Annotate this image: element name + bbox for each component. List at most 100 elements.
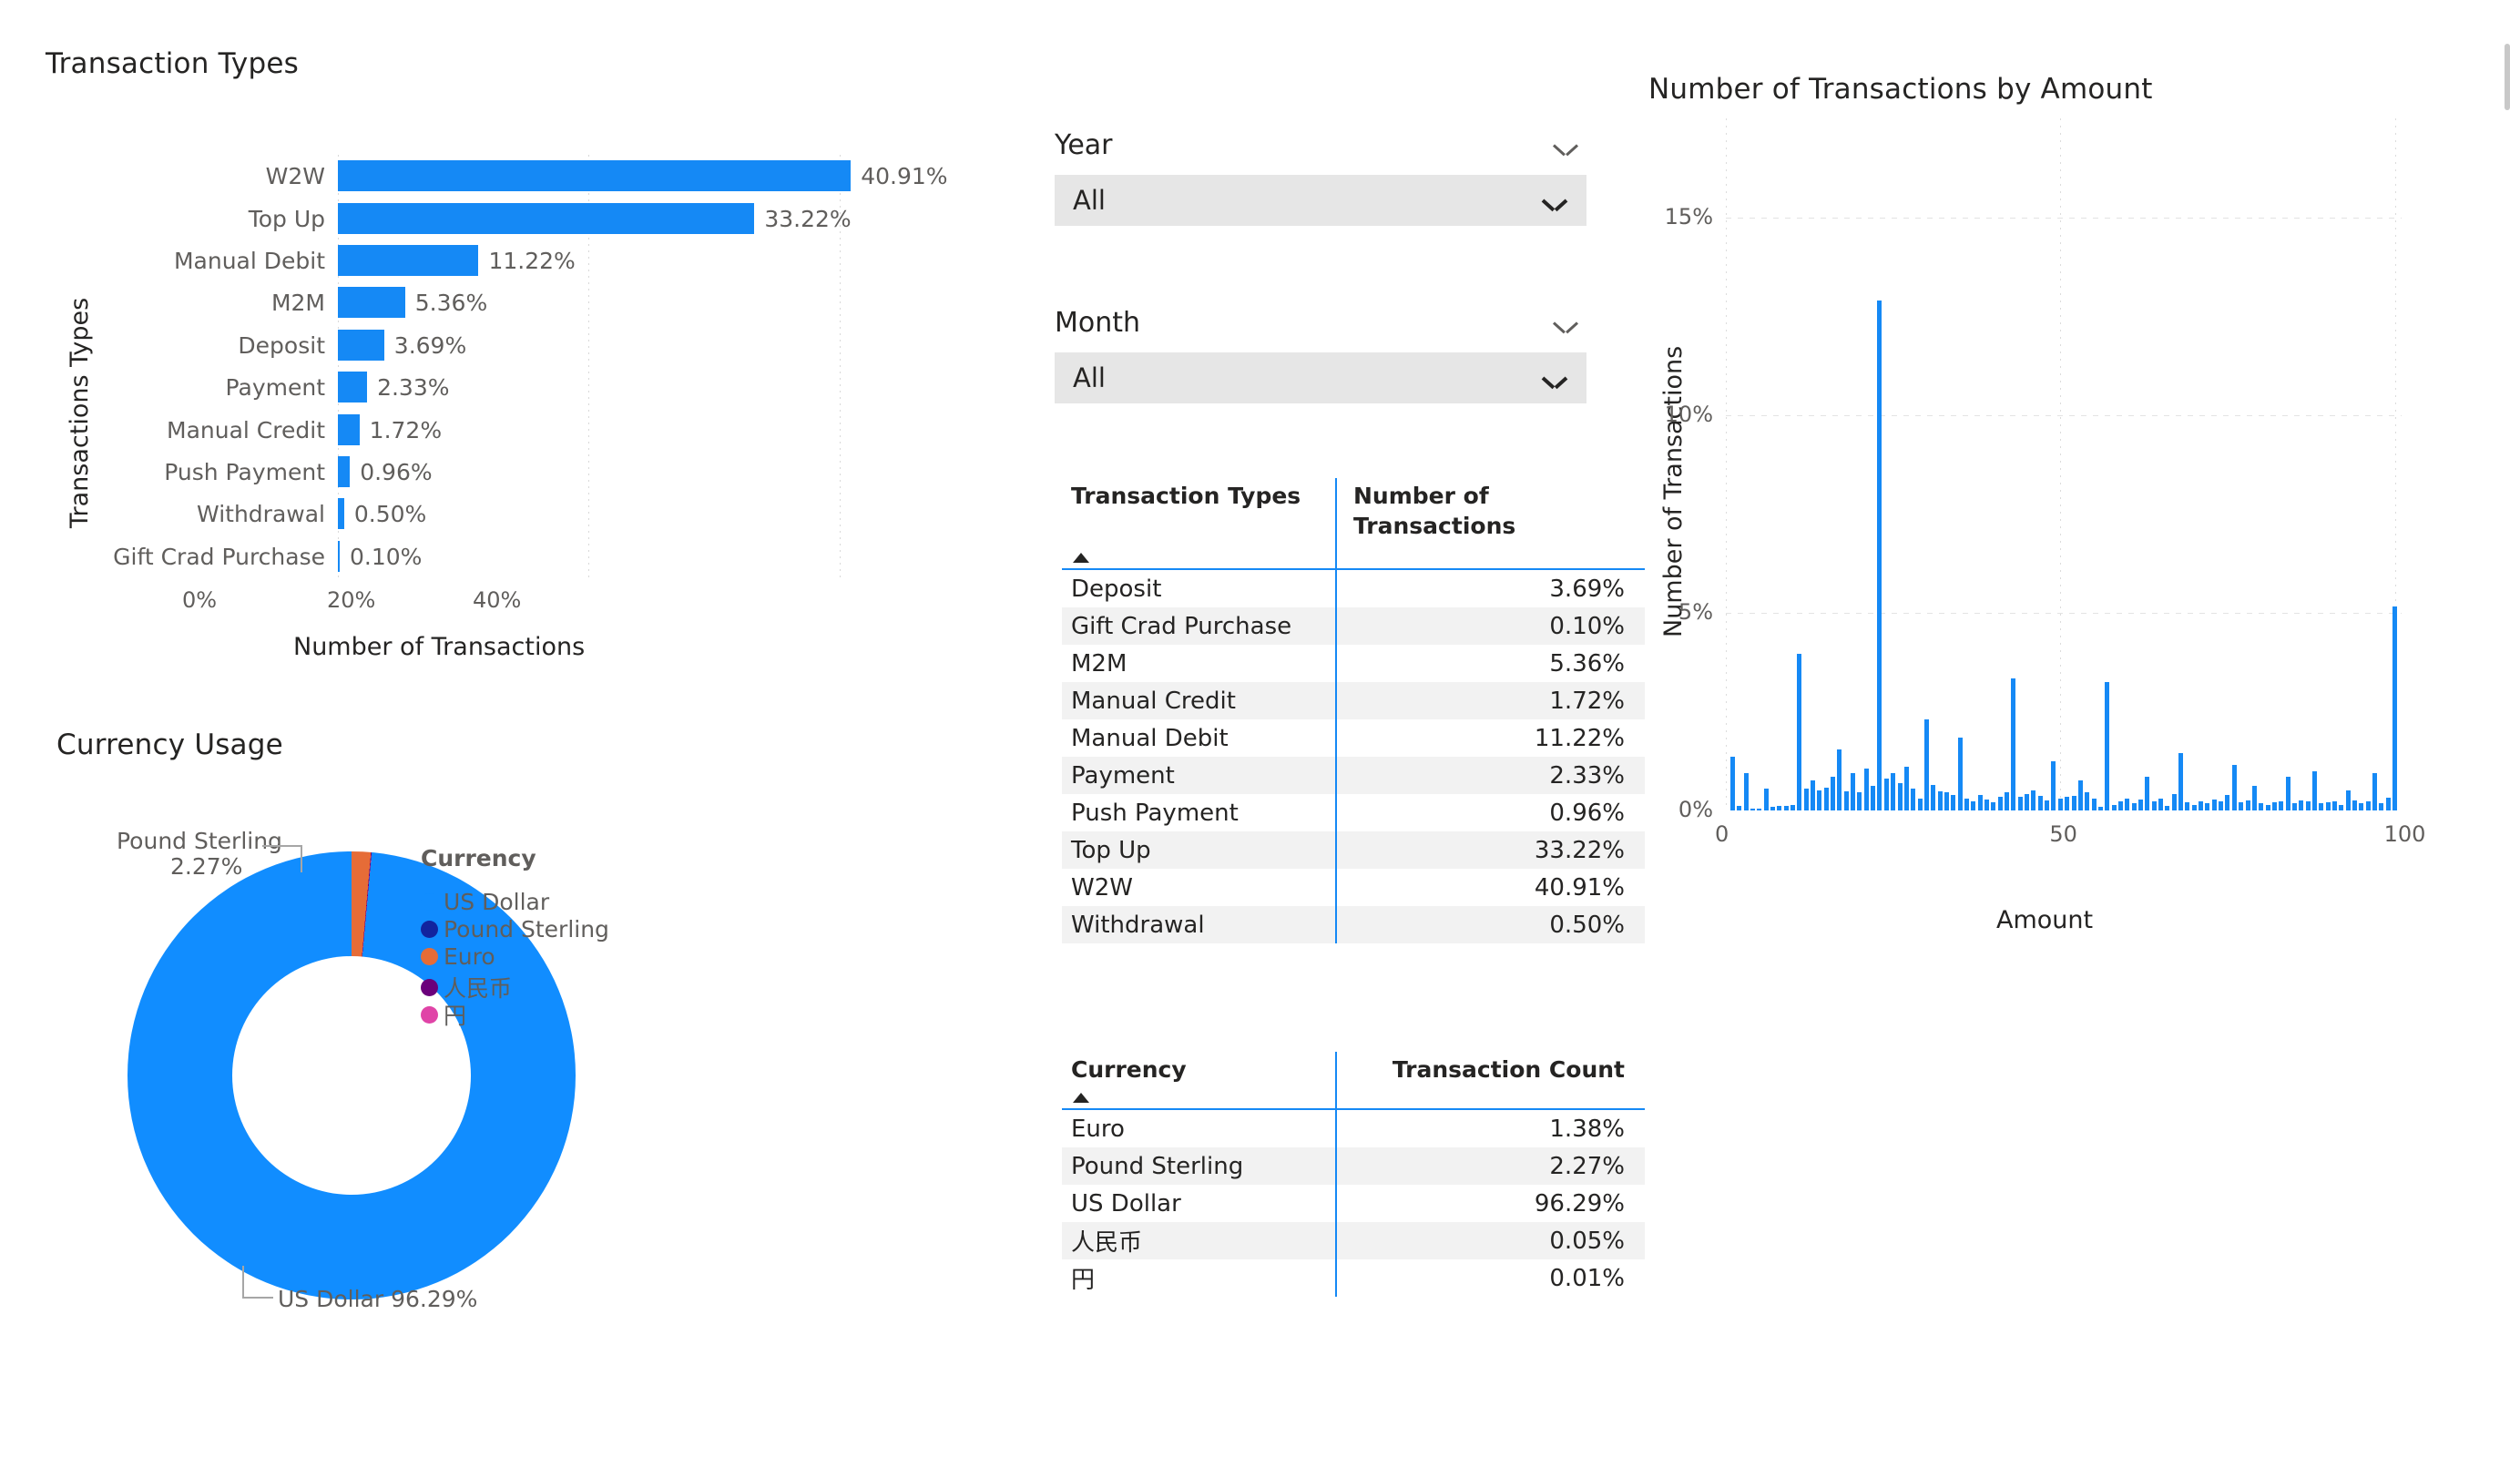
legend-item-pound-sterling[interactable]: Pound Sterling: [421, 916, 609, 942]
histogram-bar[interactable]: [2251, 786, 2257, 810]
histogram-bar[interactable]: [1977, 794, 1983, 810]
histogram-bar[interactable]: [2051, 760, 2056, 810]
histogram-bar[interactable]: [2105, 681, 2110, 810]
histogram-bar[interactable]: [2245, 800, 2250, 810]
sort-ascending-icon[interactable]: [1073, 1093, 1089, 1103]
transactions-by-amount-histogram[interactable]: Number of Transactions by Amount Number …: [1621, 55, 2477, 1457]
histogram-bar[interactable]: [1991, 802, 1996, 810]
histogram-bar[interactable]: [1783, 805, 1789, 810]
legend-item-us-dollar[interactable]: US Dollar: [421, 889, 549, 915]
slicer-month-dropdown[interactable]: All: [1055, 352, 1586, 403]
histogram-bar[interactable]: [2171, 793, 2177, 810]
histogram-bar[interactable]: [1951, 794, 1956, 810]
table-row[interactable]: 円 0.01%: [1062, 1259, 1645, 1297]
column-header-transaction-types[interactable]: Transaction Types: [1062, 478, 1335, 568]
bar-payment[interactable]: [338, 372, 368, 403]
histogram-bar[interactable]: [2065, 796, 2070, 810]
histogram-bar[interactable]: [1790, 804, 1795, 810]
histogram-bar[interactable]: [2299, 800, 2304, 810]
page-scrollbar-track[interactable]: [2502, 0, 2511, 1457]
histogram-bar[interactable]: [2091, 798, 2097, 810]
histogram-bar[interactable]: [1817, 790, 1822, 810]
bar-w2w[interactable]: [338, 160, 852, 192]
slicer-year-dropdown[interactable]: All: [1055, 175, 1586, 226]
histogram-bar[interactable]: [1737, 805, 1742, 810]
transaction-types-table[interactable]: Transaction Types Number of Transactions…: [1062, 478, 1645, 943]
histogram-bar[interactable]: [2077, 780, 2083, 810]
histogram-bar[interactable]: [1843, 791, 1849, 810]
histogram-bar[interactable]: [1897, 782, 1903, 810]
histogram-bar[interactable]: [2011, 678, 2016, 810]
transaction-types-bar-chart[interactable]: Transaction Types Transactions Types Num…: [0, 0, 1020, 692]
histogram-bar[interactable]: [1883, 779, 1889, 810]
table-row[interactable]: M2M 5.36%: [1062, 645, 1645, 682]
histogram-bar[interactable]: [1857, 792, 1862, 810]
histogram-bar[interactable]: [2178, 753, 2184, 810]
histogram-bar[interactable]: [2185, 802, 2190, 810]
table-row[interactable]: US Dollar 96.29%: [1062, 1185, 1645, 1222]
histogram-bar[interactable]: [1797, 654, 1802, 810]
slicer-month[interactable]: Month All: [1055, 305, 1586, 403]
table-row[interactable]: Push Payment 0.96%: [1062, 794, 1645, 831]
table-row[interactable]: W2W 40.91%: [1062, 869, 1645, 906]
histogram-bar[interactable]: [2239, 802, 2244, 810]
histogram-bar[interactable]: [1811, 780, 1815, 810]
chevron-down-icon[interactable]: [1554, 138, 1577, 162]
histogram-bar[interactable]: [1957, 737, 1963, 810]
table-row[interactable]: Gift Crad Purchase 0.10%: [1062, 607, 1645, 645]
histogram-bar[interactable]: [1863, 769, 1869, 810]
histogram-bar[interactable]: [1777, 805, 1782, 810]
histogram-bar[interactable]: [2392, 606, 2398, 810]
histogram-bar[interactable]: [1931, 784, 1936, 810]
histogram-bar[interactable]: [2379, 803, 2384, 810]
histogram-bar[interactable]: [2231, 765, 2237, 810]
histogram-bar[interactable]: [2359, 803, 2364, 810]
histogram-bar[interactable]: [1971, 801, 1976, 810]
histogram-bar[interactable]: [1757, 808, 1762, 810]
histogram-bar[interactable]: [1923, 719, 1929, 810]
table-row[interactable]: Manual Debit 11.22%: [1062, 719, 1645, 757]
histogram-bar[interactable]: [1729, 757, 1735, 810]
table-row[interactable]: Withdrawal 0.50%: [1062, 906, 1645, 943]
histogram-bar[interactable]: [1851, 772, 1856, 810]
chevron-down-icon[interactable]: [1554, 316, 1577, 340]
currency-usage-donut-chart[interactable]: Currency Usage Pound Sterling 2.27% US D…: [0, 710, 1020, 1457]
histogram-bar[interactable]: [2319, 803, 2324, 810]
table-row[interactable]: 人民币 0.05%: [1062, 1222, 1645, 1259]
histogram-bar[interactable]: [2017, 796, 2023, 810]
slicer-year-header[interactable]: Year: [1055, 127, 1586, 175]
histogram-bar[interactable]: [1831, 777, 1836, 810]
histogram-bar[interactable]: [2165, 805, 2170, 810]
histogram-bar[interactable]: [2365, 801, 2371, 810]
histogram-bar[interactable]: [2158, 798, 2164, 810]
histogram-bar[interactable]: [1837, 749, 1842, 810]
histogram-bar[interactable]: [2311, 771, 2317, 810]
histogram-bar[interactable]: [1770, 806, 1775, 810]
bar-gift-crad-purchase[interactable]: [338, 540, 340, 572]
bar-deposit[interactable]: [338, 329, 384, 361]
bar-m2m[interactable]: [338, 287, 405, 319]
bar-manual-credit[interactable]: [338, 413, 360, 445]
histogram-bar[interactable]: [2111, 804, 2117, 810]
histogram-bar[interactable]: [1750, 808, 1755, 810]
histogram-bar[interactable]: [1803, 789, 1809, 810]
chevron-down-icon[interactable]: [1543, 371, 1566, 394]
histogram-bar[interactable]: [1964, 798, 1969, 810]
histogram-bar[interactable]: [2279, 801, 2284, 810]
histogram-bar[interactable]: [2385, 798, 2391, 810]
histogram-bar[interactable]: [1903, 767, 1909, 810]
histogram-bar[interactable]: [1984, 799, 1989, 810]
histogram-bar[interactable]: [1911, 789, 1916, 810]
histogram-bar[interactable]: [2291, 803, 2297, 810]
histogram-bar[interactable]: [1743, 772, 1749, 810]
histogram-bar[interactable]: [2205, 803, 2210, 810]
histogram-bar[interactable]: [2225, 794, 2230, 810]
histogram-bar[interactable]: [2219, 801, 2224, 810]
histogram-bar[interactable]: [2191, 804, 2197, 810]
bar-manual-debit[interactable]: [338, 245, 479, 276]
histogram-bar[interactable]: [1997, 796, 2003, 810]
table-row[interactable]: Manual Credit 1.72%: [1062, 682, 1645, 719]
chevron-down-icon[interactable]: [1543, 193, 1566, 217]
histogram-bar[interactable]: [2097, 806, 2103, 810]
histogram-bar[interactable]: [2352, 800, 2358, 810]
